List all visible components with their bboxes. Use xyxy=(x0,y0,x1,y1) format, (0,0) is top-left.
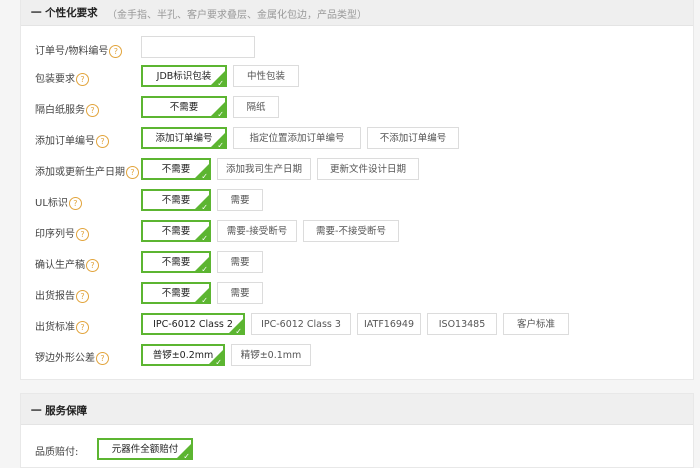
option-button[interactable]: 更新文件设计日期 xyxy=(317,158,419,180)
section-title: 一 服务保障 xyxy=(31,405,88,417)
help-icon[interactable]: ? xyxy=(76,290,89,303)
section-subtitle: （金手指、半孔、客户要求叠层、金属化包边，产品类型） xyxy=(107,10,367,21)
row-label: 出货标准 xyxy=(35,322,75,333)
option-button[interactable]: 不需要 ✓ xyxy=(141,220,211,242)
option-button[interactable]: 添加订单编号 ✓ xyxy=(141,127,227,149)
option-button[interactable]: 不需要 ✓ xyxy=(141,158,211,180)
option-label: 需要 xyxy=(230,195,250,206)
help-icon[interactable]: ? xyxy=(86,259,99,272)
option-label: 需要-接受断号 xyxy=(226,226,288,237)
option-button[interactable]: 客户标准 xyxy=(503,313,569,335)
row-label: 包装要求 xyxy=(35,74,75,85)
option-label: 普锣±0.2mm xyxy=(152,350,214,361)
option-label: 指定位置添加订单编号 xyxy=(249,133,345,144)
option-button[interactable]: IATF16949 xyxy=(357,313,421,335)
option-label: 不添加订单编号 xyxy=(379,133,447,144)
option-label: 元器件全额赔付 xyxy=(111,444,179,455)
row-label: 锣边外形公差 xyxy=(35,353,95,364)
option-button[interactable]: 需要-接受断号 xyxy=(217,220,297,242)
row-label: 订单号/物料编号 xyxy=(35,46,109,57)
check-icon: ✓ xyxy=(201,296,208,304)
option-label: 客户标准 xyxy=(516,319,555,330)
check-icon: ✓ xyxy=(217,141,224,149)
option-label: 不需要 xyxy=(161,195,191,206)
option-label: IPC-6012 Class 2 xyxy=(153,319,233,330)
check-icon: ✓ xyxy=(201,203,208,211)
check-icon: ✓ xyxy=(235,327,242,335)
option-button[interactable]: 需要 xyxy=(217,251,263,273)
option-label: 不需要 xyxy=(161,164,191,175)
help-icon[interactable]: ? xyxy=(109,45,123,58)
help-icon[interactable]: ? xyxy=(68,197,82,210)
section-header: 一 服务保障 xyxy=(21,394,693,425)
row-label: UL标识 xyxy=(35,198,68,209)
row-label: 出货报告 xyxy=(35,291,75,302)
help-icon[interactable]: ? xyxy=(76,73,89,86)
option-button[interactable]: JDB标识包装 ✓ xyxy=(141,65,227,87)
option-button[interactable]: 添加我司生产日期 xyxy=(217,158,311,180)
help-icon[interactable]: ? xyxy=(76,228,89,241)
option-button[interactable]: 普锣±0.2mm ✓ xyxy=(141,344,225,366)
option-label: IATF16949 xyxy=(363,319,415,330)
row-label: 确认生产稿 xyxy=(35,260,85,271)
option-button[interactable]: 不需要 ✓ xyxy=(141,96,227,118)
row-label: 品质赔付: xyxy=(35,447,79,458)
check-icon: ✓ xyxy=(201,172,208,180)
personalization-panel: 一 个性化要求 （金手指、半孔、客户要求叠层、金属化包边，产品类型） 订单号/物… xyxy=(20,0,694,380)
check-icon: ✓ xyxy=(217,110,224,118)
check-icon: ✓ xyxy=(183,452,190,460)
section-header: 一 个性化要求 （金手指、半孔、客户要求叠层、金属化包边，产品类型） xyxy=(21,0,693,26)
option-label: 隔纸 xyxy=(246,102,266,113)
section-title: 一 个性化要求 xyxy=(31,7,98,19)
option-label: 不需要 xyxy=(161,257,191,268)
option-label: 精锣±0.1mm xyxy=(240,350,302,361)
option-button[interactable]: 指定位置添加订单编号 xyxy=(233,127,361,149)
option-label: JDB标识包装 xyxy=(156,71,212,82)
option-button[interactable]: 不需要 ✓ xyxy=(141,189,211,211)
help-icon[interactable]: ? xyxy=(86,104,99,117)
service-panel: 一 服务保障 品质赔付: 元器件全额赔付 ✓ xyxy=(20,393,694,468)
row-label: 隔白纸服务 xyxy=(35,105,85,116)
option-button[interactable]: 不需要 ✓ xyxy=(141,251,211,273)
option-label: 需要-不接受断号 xyxy=(316,226,386,237)
option-label: 添加订单编号 xyxy=(155,133,213,144)
option-button[interactable]: 不需要 ✓ xyxy=(141,282,211,304)
option-label: 中性包装 xyxy=(246,71,285,82)
option-button[interactable]: 不添加订单编号 xyxy=(367,127,459,149)
check-icon: ✓ xyxy=(215,358,222,366)
option-button[interactable]: 需要-不接受断号 xyxy=(303,220,399,242)
check-icon: ✓ xyxy=(217,79,224,87)
help-icon[interactable]: ? xyxy=(96,135,109,148)
help-icon[interactable]: ? xyxy=(76,321,89,334)
row-label: 添加订单编号 xyxy=(35,136,95,147)
option-label: ISO13485 xyxy=(438,319,486,330)
option-label: 不需要 xyxy=(161,226,191,237)
option-button[interactable]: 需要 xyxy=(217,189,263,211)
option-label: 添加我司生产日期 xyxy=(225,164,302,175)
option-button[interactable]: 精锣±0.1mm xyxy=(231,344,311,366)
option-button[interactable]: ISO13485 xyxy=(427,313,497,335)
option-button[interactable]: IPC-6012 Class 3 xyxy=(251,313,351,335)
check-icon: ✓ xyxy=(201,265,208,273)
row-label: 添加或更新生产日期 xyxy=(35,167,125,178)
order-number-input[interactable] xyxy=(141,36,255,58)
option-label: 需要 xyxy=(230,257,250,268)
check-icon: ✓ xyxy=(201,234,208,242)
option-button[interactable]: 中性包装 xyxy=(233,65,299,87)
option-label: 不需要 xyxy=(169,102,199,113)
option-label: 更新文件设计日期 xyxy=(329,164,406,175)
option-button[interactable]: 隔纸 xyxy=(233,96,279,118)
option-label: 需要 xyxy=(230,288,250,299)
option-button[interactable]: 需要 xyxy=(217,282,263,304)
row-label: 印序列号 xyxy=(35,229,75,240)
option-button[interactable]: IPC-6012 Class 2 ✓ xyxy=(141,313,245,335)
option-label: IPC-6012 Class 3 xyxy=(261,319,341,330)
option-label: 不需要 xyxy=(161,288,191,299)
help-icon[interactable]: ? xyxy=(126,166,139,179)
option-button[interactable]: 元器件全额赔付 ✓ xyxy=(97,438,193,460)
help-icon[interactable]: ? xyxy=(96,352,109,365)
